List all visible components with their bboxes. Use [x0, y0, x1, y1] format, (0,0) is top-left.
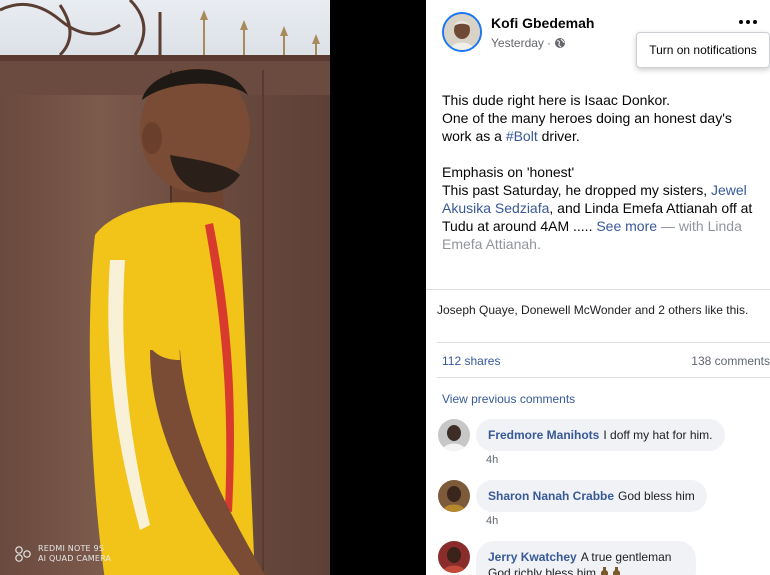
watermark-camera: AI QUAD CAMERA — [38, 554, 112, 563]
post-line: This past Saturday, he dropped my sister… — [442, 182, 753, 252]
view-previous-comments[interactable]: View previous comments — [442, 391, 575, 407]
comment-bubble: Sharon Nanah Crabbe God bless him — [476, 480, 707, 512]
author-name[interactable]: Kofi Gbedemah — [491, 14, 594, 32]
commenter-name[interactable]: Sharon Nanah Crabbe — [488, 489, 614, 503]
comment-text: A true gentleman — [580, 550, 672, 564]
photo-letterbox — [330, 0, 426, 575]
comment-text: God bless him — [618, 489, 695, 503]
commenter-name[interactable]: Fredmore Manihots — [488, 428, 599, 442]
shares-link[interactable]: 112 shares — [442, 354, 500, 368]
post-line: Emphasis on 'honest' — [442, 164, 575, 180]
commenter-avatar[interactable] — [438, 480, 470, 512]
post-photo[interactable]: REDMI NOTE 9S AI QUAD CAMERA — [0, 0, 330, 575]
globe-icon — [554, 38, 565, 48]
divider — [437, 342, 770, 343]
post-timestamp[interactable]: Yesterday — [491, 35, 544, 51]
post-panel: Kofi Gbedemah Yesterday · Turn on notifi… — [426, 0, 770, 575]
meta-separator: · — [546, 36, 551, 50]
post-header: Kofi Gbedemah Yesterday · — [442, 12, 594, 52]
post-line: This dude right here is Isaac Donkor. — [442, 92, 671, 108]
comment-time[interactable]: 4h — [486, 514, 498, 528]
more-options-icon[interactable] — [736, 12, 760, 32]
post-text: This dude right here is Isaac Donkor. On… — [442, 91, 760, 253]
divider — [437, 377, 770, 378]
person-figure — [89, 68, 265, 575]
comments-count[interactable]: 138 comments — [691, 353, 770, 369]
commenter-name[interactable]: Jerry Kwatchey — [488, 550, 577, 564]
comment-text: I doff my hat for him. — [603, 428, 713, 442]
comment-bubble: Jerry Kwatchey A true gentleman God richl… — [476, 541, 696, 575]
author-avatar[interactable] — [442, 12, 482, 52]
screen: REDMI NOTE 9S AI QUAD CAMERA Kofi Gbedem… — [0, 0, 770, 575]
likes-summary[interactable]: Joseph Quaye, Donewell McWonder and 2 ot… — [437, 302, 761, 319]
post-stats: 112 shares 138 comments — [442, 353, 770, 369]
comment-text: God richly bless him — [488, 566, 597, 575]
see-more-link[interactable]: See more — [596, 218, 657, 234]
comment-bubble: Fredmore Manihots I doff my hat for him. — [476, 419, 725, 451]
post-line: One of the many heroes doing an honest d… — [442, 110, 732, 144]
camera-watermark: REDMI NOTE 9S AI QUAD CAMERA — [14, 544, 111, 564]
commenter-avatar[interactable] — [438, 541, 470, 573]
bottles-emoji-icon — [601, 567, 621, 575]
divider — [426, 289, 770, 290]
watermark-model: REDMI NOTE 9S — [38, 544, 105, 553]
hashtag-link[interactable]: #Bolt — [506, 128, 538, 144]
notifications-tooltip[interactable]: Turn on notifications — [636, 32, 770, 68]
commenter-avatar[interactable] — [438, 419, 470, 451]
comment-time[interactable]: 4h — [486, 453, 498, 467]
camera-lens-icon — [15, 546, 31, 562]
